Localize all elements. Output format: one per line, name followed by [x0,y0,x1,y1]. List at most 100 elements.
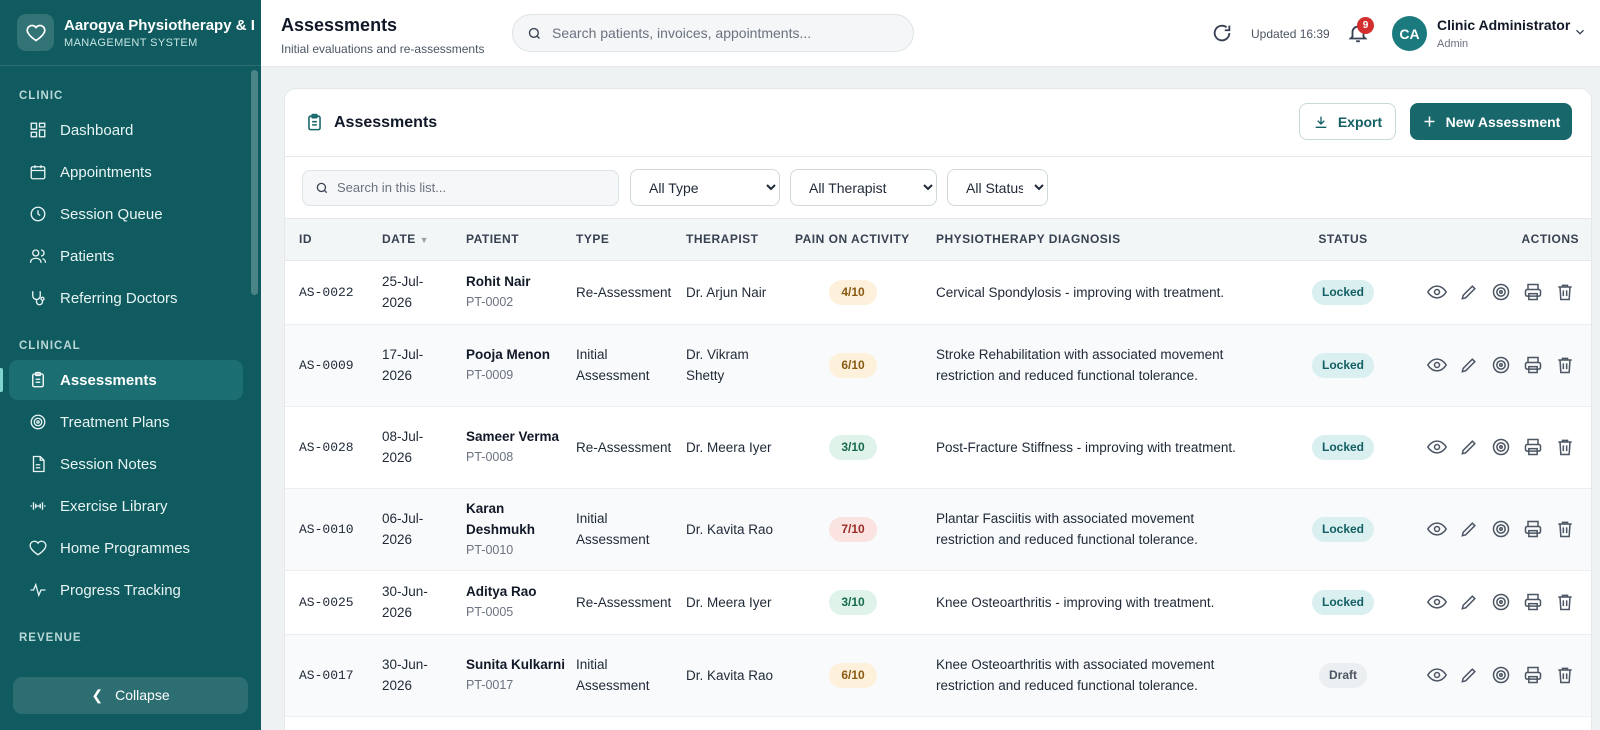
sidebar-item-label: Session Queue [60,205,163,223]
col-patient[interactable]: PATIENT [466,219,576,261]
sidebar-item-dashboard[interactable]: Dashboard [9,110,243,150]
therapist-filter[interactable]: All Therapist [790,169,937,206]
sidebar-item-session-notes[interactable]: Session Notes [9,444,243,484]
chevron-left-icon: ❮ [91,686,104,703]
target-icon[interactable] [1491,282,1511,302]
pencil-icon[interactable] [1459,355,1479,375]
clipboard-icon [28,370,48,390]
trash-icon[interactable] [1555,282,1575,302]
table-row[interactable]: AS-0025 30-Jun-2026 Aditya Rao PT-0005 Re-As… [285,570,1591,635]
table-row[interactable]: AS-0028 08-Jul-2026 Sameer Verma PT-0008 Re-… [285,406,1591,489]
refresh-icon[interactable] [1211,22,1233,44]
new-assessment-label: New Assessment [1445,113,1561,130]
notification-badge: 9 [1357,17,1374,34]
col-status[interactable]: STATUS [1288,219,1398,261]
export-button[interactable]: Export [1299,103,1396,140]
printer-icon[interactable] [1523,665,1543,685]
pencil-icon[interactable] [1459,519,1479,539]
col-pain[interactable]: PAIN ON ACTIVITY [795,219,936,261]
global-search[interactable] [512,14,914,52]
activity-icon [28,580,48,600]
sidebar-nav: CLINIC Dashboard Appointments Session Queue… [0,66,261,660]
col-date[interactable]: DATE ▼ [382,219,466,261]
col-diagnosis[interactable]: PHYSIOTHERAPY DIAGNOSIS [936,219,1288,261]
sidebar-item-patients[interactable]: Patients [9,236,243,276]
target-icon[interactable] [1491,437,1511,457]
sidebar-item-session-queue[interactable]: Session Queue [9,194,243,234]
assessment-id[interactable]: AS-0025 [299,595,354,610]
sidebar-scrollbar[interactable] [251,70,258,295]
global-search-input[interactable] [552,25,892,41]
eye-icon[interactable] [1427,282,1447,302]
printer-icon[interactable] [1523,355,1543,375]
trash-icon[interactable] [1555,592,1575,612]
status-filter[interactable]: All Status [947,169,1048,206]
col-id[interactable]: ID [285,219,382,261]
chevron-down-icon[interactable] [1573,25,1587,39]
patient-name[interactable]: Sunita Kulkarni [466,654,566,675]
printer-icon[interactable] [1523,437,1543,457]
list-search-input[interactable] [337,180,607,195]
table-row[interactable]: AS-0017 30-Jun-2026 Sunita Kulkarni PT-0017… [285,634,1591,717]
diagnosis: Stroke Rehabilitation with associated mo… [936,347,1224,383]
trash-icon[interactable] [1555,437,1575,457]
list-search[interactable] [302,169,619,206]
printer-icon[interactable] [1523,592,1543,612]
trash-icon[interactable] [1555,665,1575,685]
assessment-date: 17-Jul-2026 [382,347,424,383]
new-assessment-button[interactable]: New Assessment [1410,103,1572,140]
assessment-id[interactable]: AS-0022 [299,285,354,300]
assessment-id[interactable]: AS-0017 [299,668,354,683]
collapse-button[interactable]: ❮ Collapse [13,676,248,714]
table-header: ID DATE ▼ PATIENT TYPE THERAPIST PAIN ON… [285,219,1591,261]
assessment-id[interactable]: AS-0009 [299,358,354,373]
table-row[interactable]: AS-0010 06-Jul-2026 Karan Deshmukh PT-0010 I… [285,488,1591,571]
type-filter[interactable]: All Type [630,169,780,206]
assessment-id[interactable]: AS-0028 [299,440,354,455]
eye-icon[interactable] [1427,519,1447,539]
trash-icon[interactable] [1555,355,1575,375]
assessment-date: 25-Jul-2026 [382,274,424,310]
patient-name[interactable]: Rohit Nair [466,271,566,292]
target-icon[interactable] [1491,592,1511,612]
status-badge: Locked [1311,589,1374,615]
target-icon[interactable] [1491,519,1511,539]
eye-icon[interactable] [1427,592,1447,612]
sidebar: Aarogya Physiotherapy & I MANAGEMENT SYS… [0,0,261,730]
user-name[interactable]: Clinic Administrator [1437,17,1570,33]
pencil-icon[interactable] [1459,592,1479,612]
patient-name[interactable]: Sameer Verma [466,426,566,447]
printer-icon[interactable] [1523,519,1543,539]
col-type[interactable]: TYPE [576,219,686,261]
patient-name[interactable]: Karan Deshmukh [466,498,566,540]
patient-name[interactable]: Pooja Menon [466,344,566,365]
nav-section-revenue: REVENUE [19,632,82,644]
eye-icon[interactable] [1427,355,1447,375]
sidebar-item-assessments[interactable]: Assessments [0,360,243,400]
pencil-icon[interactable] [1459,665,1479,685]
eye-icon[interactable] [1427,665,1447,685]
target-icon[interactable] [1491,355,1511,375]
table-row[interactable]: AS-0022 25-Jul-2026 Rohit Nair PT-0002 Re-As… [285,260,1591,325]
eye-icon[interactable] [1427,437,1447,457]
printer-icon[interactable] [1523,282,1543,302]
pencil-icon[interactable] [1459,282,1479,302]
sidebar-item-home-programmes[interactable]: Home Programmes [9,528,243,568]
pain-score: 3/10 [829,589,877,615]
heart-logo-icon [17,14,54,51]
sidebar-item-appointments[interactable]: Appointments [9,152,243,192]
assessment-id[interactable]: AS-0010 [299,522,354,537]
sidebar-item-exercise-library[interactable]: Exercise Library [9,486,243,526]
sidebar-item-progress-tracking[interactable]: Progress Tracking [9,570,243,610]
sidebar-item-treatment-plans[interactable]: Treatment Plans [9,402,243,442]
assessment-date: 08-Jul-2026 [382,429,424,465]
target-icon[interactable] [1491,665,1511,685]
col-therapist[interactable]: THERAPIST [686,219,795,261]
avatar[interactable]: CA [1392,16,1427,51]
trash-icon[interactable] [1555,519,1575,539]
table-row[interactable]: AS-0009 17-Jul-2026 Pooja Menon PT-0009 Init… [285,324,1591,407]
pencil-icon[interactable] [1459,437,1479,457]
sidebar-item-referring-doctors[interactable]: Referring Doctors [9,278,243,318]
patient-name[interactable]: Aditya Rao [466,581,566,602]
patient-id: PT-0010 [466,542,514,557]
